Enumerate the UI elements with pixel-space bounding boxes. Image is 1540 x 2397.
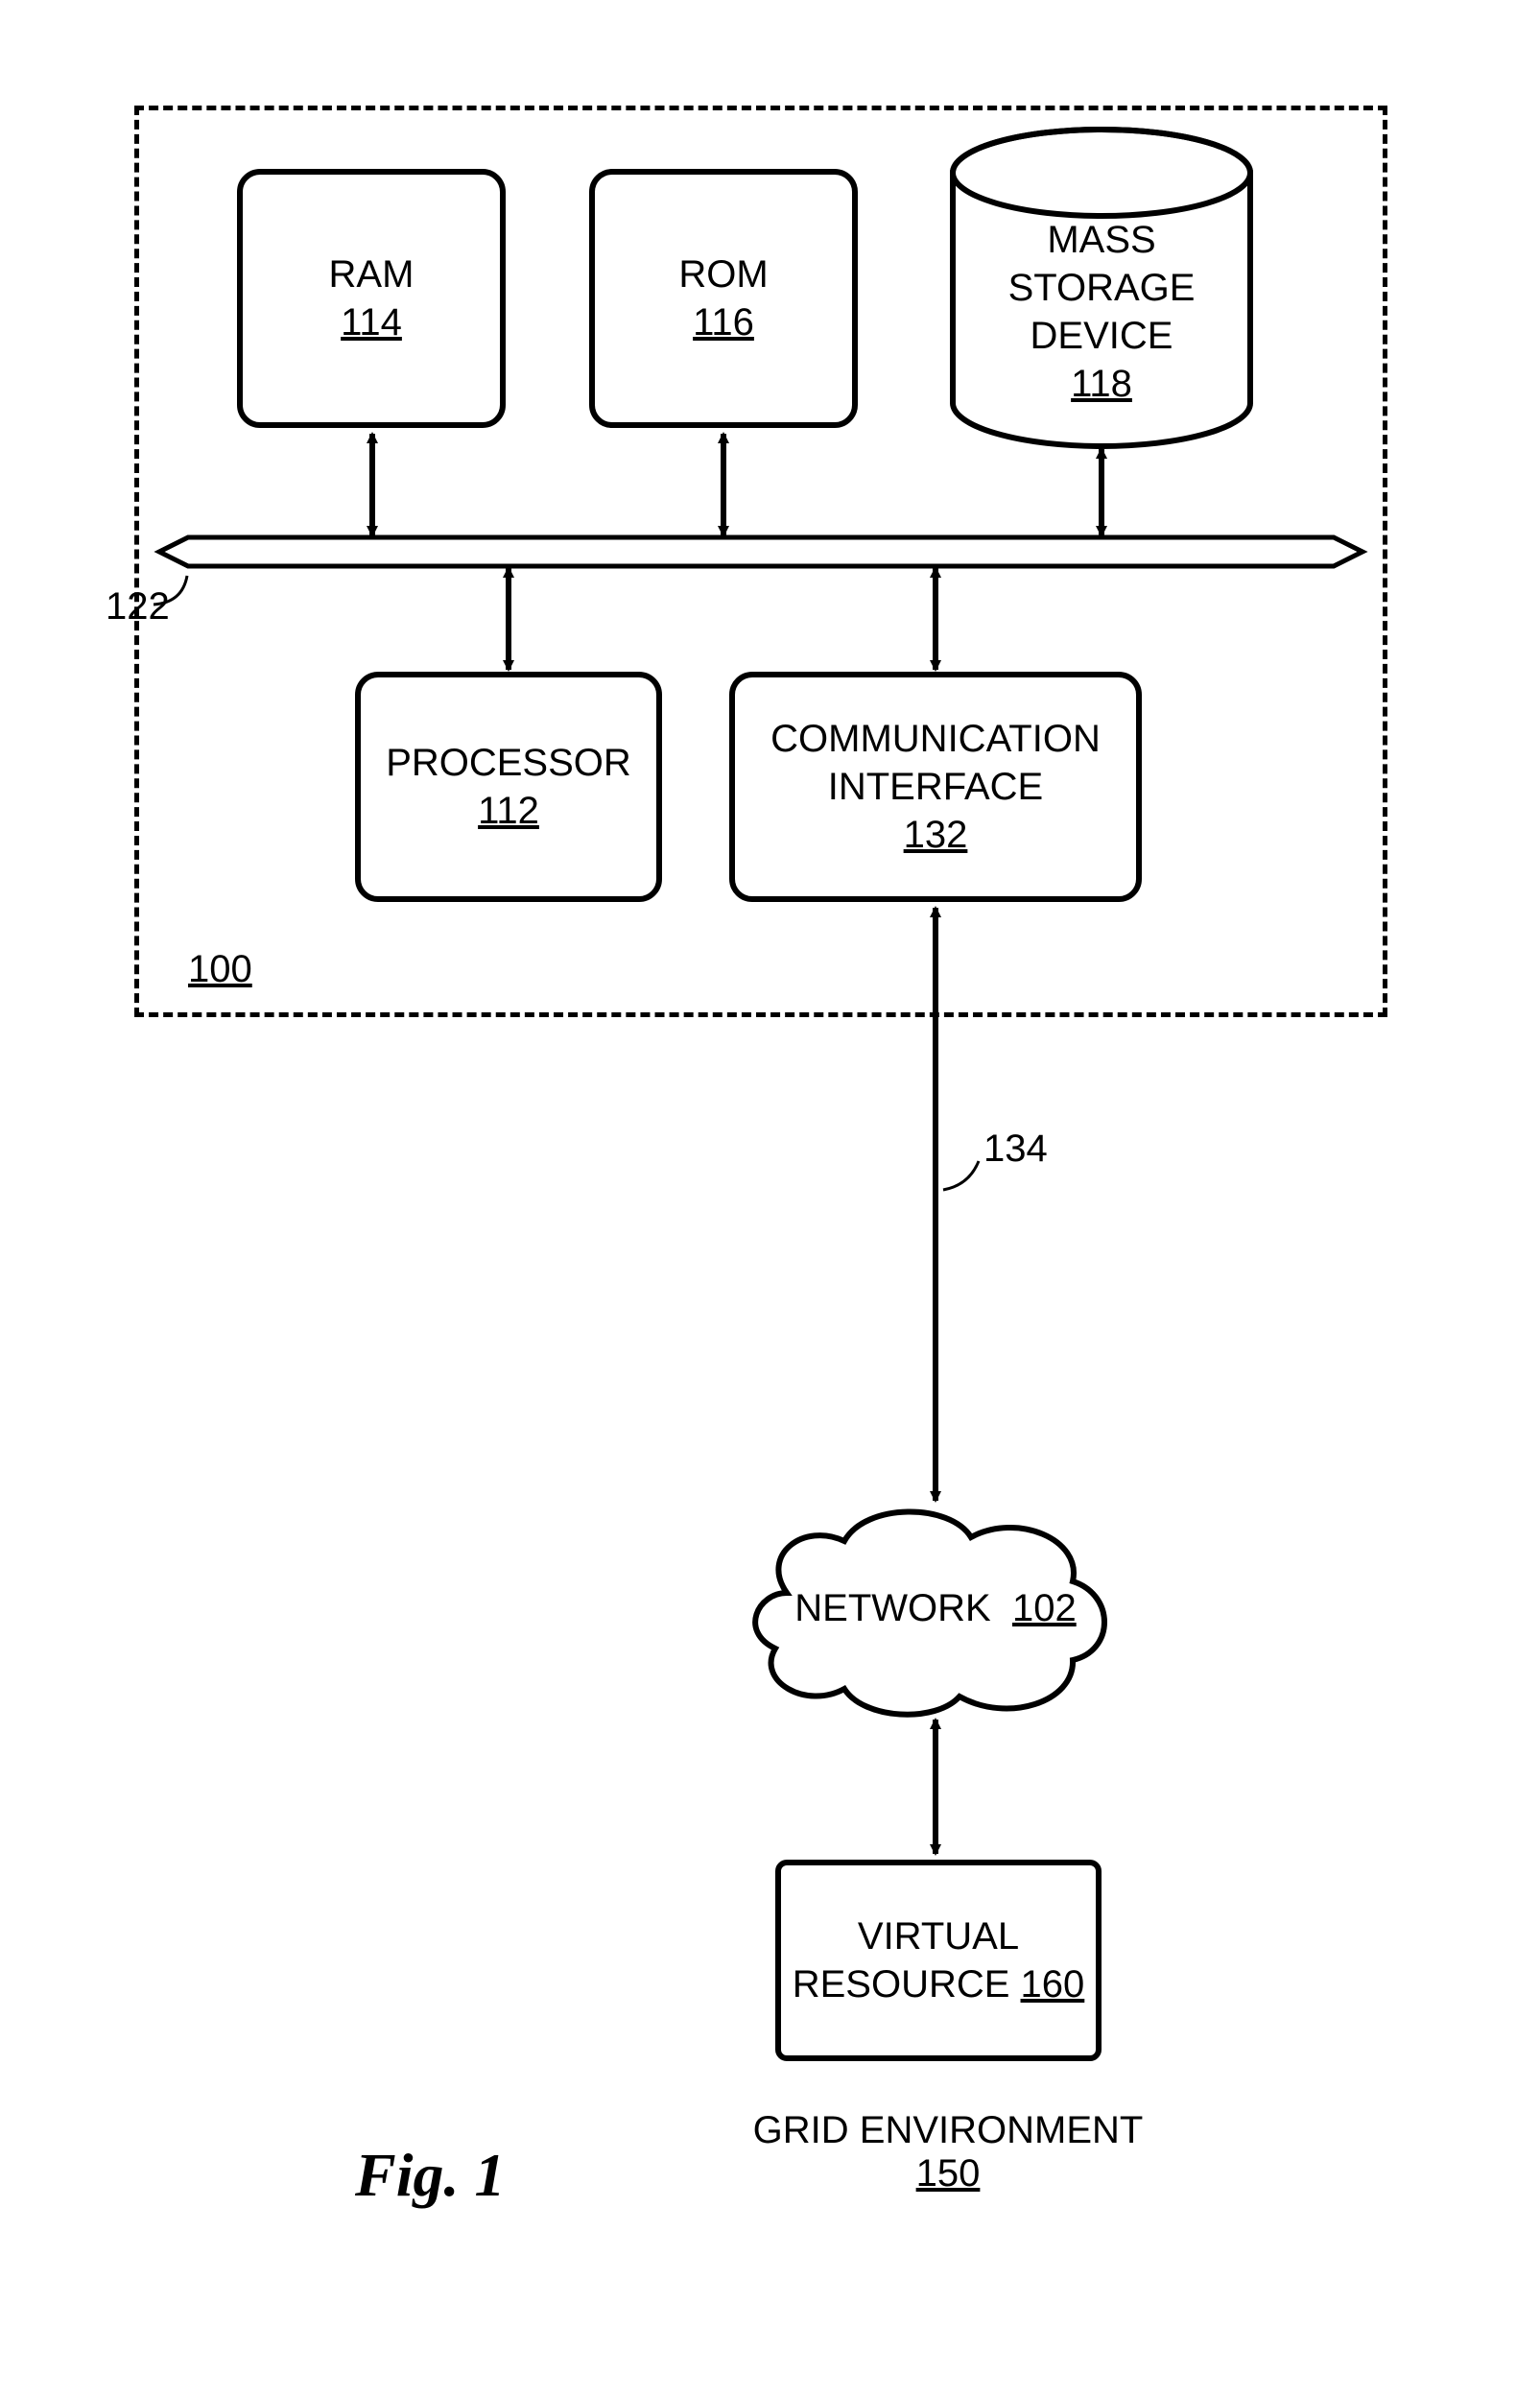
rom-label: ROM — [678, 250, 768, 298]
storage-line2: STORAGE — [953, 264, 1250, 312]
grid-env-label: GRID ENVIRONMENT 150 — [699, 2109, 1197, 2195]
comm-interface-box: COMMUNICATION INTERFACE 132 — [729, 672, 1142, 902]
computer-ref: 100 — [188, 948, 252, 991]
network-ref: 102 — [1012, 1587, 1077, 1629]
ram-ref: 114 — [341, 298, 402, 346]
diagram-canvas: 100 RAM 114 ROM 116 MASS STORAGE DEVICE … — [0, 0, 1540, 2397]
ram-box: RAM 114 — [237, 169, 506, 428]
comm-line1: COMMUNICATION — [770, 715, 1101, 763]
processor-box: PROCESSOR 112 — [355, 672, 662, 902]
grid-ref: 150 — [699, 2152, 1197, 2195]
vres-line2: RESOURCE — [793, 1963, 1010, 2005]
vres-line1: VIRTUAL — [858, 1912, 1019, 1960]
storage-text: MASS STORAGE DEVICE 118 — [953, 216, 1250, 408]
link-ref: 134 — [983, 1127, 1048, 1171]
virtual-resource-box: VIRTUAL RESOURCE 160 — [775, 1860, 1102, 2061]
processor-ref: 112 — [478, 787, 539, 835]
grid-label: GRID ENVIRONMENT — [699, 2109, 1197, 2152]
comm-ref: 132 — [904, 811, 968, 859]
comm-line2: INTERFACE — [828, 763, 1043, 811]
storage-line1: MASS — [953, 216, 1250, 264]
vres-ref: 160 — [1021, 1963, 1085, 2005]
network-text: NETWORK 102 — [777, 1587, 1094, 1630]
bus-ref: 122 — [106, 585, 170, 629]
rom-ref: 116 — [693, 298, 754, 346]
figure-caption: Fig. 1 — [355, 2140, 505, 2211]
network-label: NETWORK — [794, 1587, 990, 1629]
rom-box: ROM 116 — [589, 169, 858, 428]
vres-line2-wrap: RESOURCE 160 — [793, 1960, 1085, 2008]
ram-label: RAM — [329, 250, 415, 298]
storage-ref: 118 — [953, 360, 1250, 408]
processor-label: PROCESSOR — [386, 739, 631, 787]
storage-line3: DEVICE — [953, 312, 1250, 360]
